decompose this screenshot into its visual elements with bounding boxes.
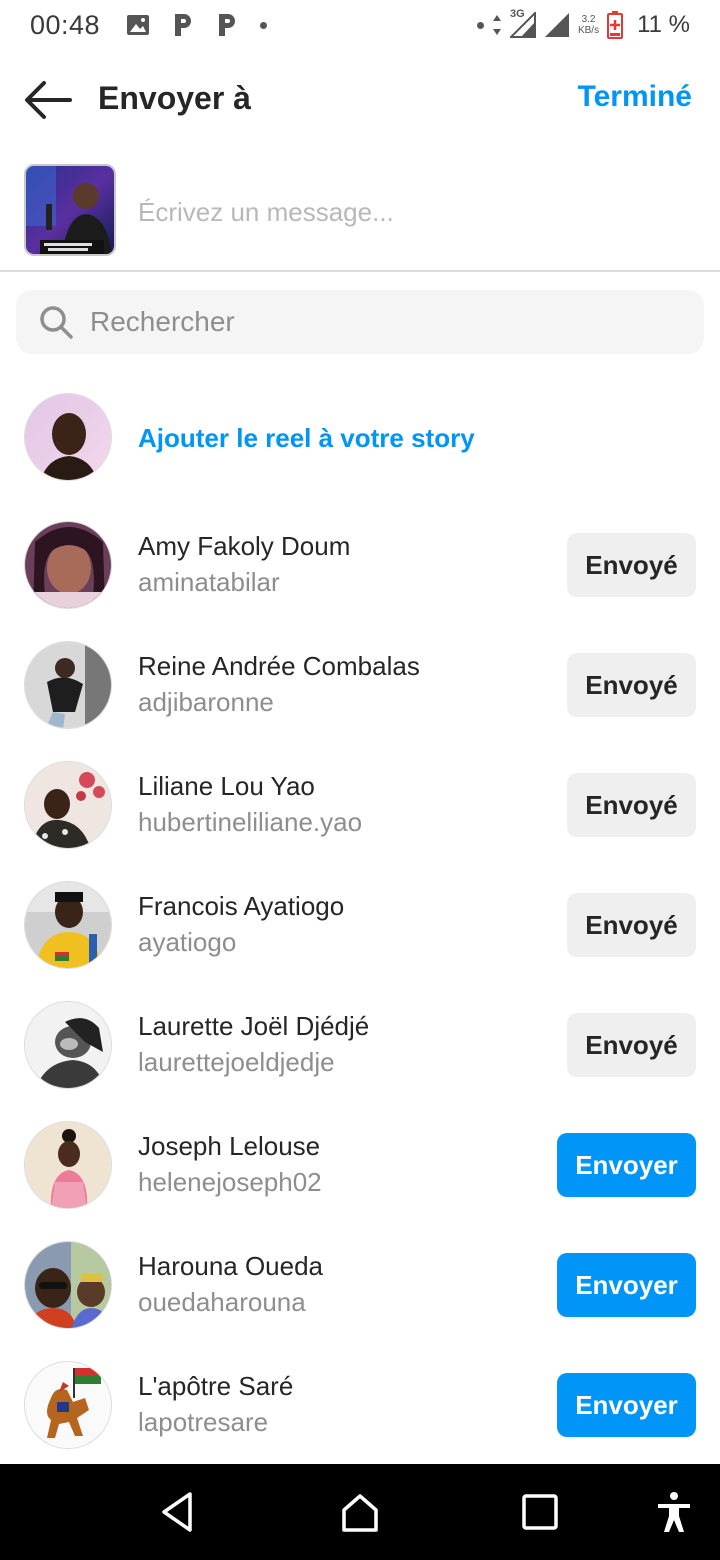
contact-row[interactable]: Francois Ayatiogo ayatiogo Envoyé xyxy=(0,881,720,981)
contact-row[interactable]: Reine Andrée Combalas adjibaronne Envoyé xyxy=(0,641,720,741)
data-arrows-icon xyxy=(492,15,501,35)
avatar xyxy=(24,393,112,481)
status-bar: 00:48 3G 3.2 KB/s 11 % xyxy=(0,0,720,50)
add-to-story-label: Ajouter le reel à votre story xyxy=(138,423,475,453)
avatar xyxy=(24,1121,112,1209)
reel-thumbnail xyxy=(24,164,116,256)
arrow-left-icon xyxy=(25,81,72,119)
nav-accessibility-button[interactable] xyxy=(652,1490,696,1534)
sent-button[interactable]: Envoyé xyxy=(567,893,696,957)
home-icon xyxy=(342,1494,378,1532)
status-right: 3G 3.2 KB/s 11 % xyxy=(476,8,690,39)
dot-icon xyxy=(476,21,484,29)
image-icon xyxy=(127,15,150,35)
avatar xyxy=(24,881,112,969)
p-icon xyxy=(175,14,192,36)
avatar xyxy=(24,1241,112,1329)
back-triangle-icon xyxy=(162,1492,192,1532)
contact-row[interactable]: Liliane Lou Yao hubertineliliane.yao Env… xyxy=(0,761,720,861)
accessibility-icon xyxy=(658,1492,690,1532)
page-title: Envoyer à xyxy=(98,80,251,116)
sent-button[interactable]: Envoyé xyxy=(567,653,696,717)
sent-button[interactable]: Envoyé xyxy=(567,1013,696,1077)
contact-username: laurettejoeldjedje xyxy=(138,1047,335,1077)
contact-row[interactable]: L'apôtre Saré lapotresare Envoyer xyxy=(0,1361,720,1461)
add-to-story-row[interactable]: Ajouter le reel à votre story xyxy=(0,393,720,483)
recents-icon xyxy=(522,1494,558,1530)
send-button[interactable]: Envoyer xyxy=(557,1373,696,1437)
network-speed: 3.2 KB/s xyxy=(577,14,600,36)
notification-icons xyxy=(126,12,268,38)
contact-username: aminatabilar xyxy=(138,567,280,597)
avatar xyxy=(24,1361,112,1449)
contact-name: Joseph Lelouse xyxy=(138,1131,321,1161)
system-navigation-bar xyxy=(0,1464,720,1560)
search-bar[interactable] xyxy=(16,290,704,354)
contact-name: Liliane Lou Yao xyxy=(138,771,315,801)
contact-name: Laurette Joël Djédjé xyxy=(138,1011,370,1041)
contact-name: Harouna Oueda xyxy=(138,1251,324,1281)
contact-username: adjibaronne xyxy=(138,687,274,717)
contact-name: L'apôtre Saré xyxy=(138,1371,294,1401)
header: Envoyer à Terminé xyxy=(0,60,720,140)
contact-username: lapotresare xyxy=(138,1407,269,1437)
contact-row[interactable]: Harouna Oueda ouedaharouna Envoyer xyxy=(0,1241,720,1341)
nav-back-button[interactable] xyxy=(156,1490,200,1534)
back-button[interactable] xyxy=(22,78,74,122)
send-button[interactable]: Envoyer xyxy=(557,1133,696,1197)
avatar xyxy=(24,1001,112,1089)
avatar xyxy=(24,641,112,729)
contact-username: ouedaharouna xyxy=(138,1287,306,1317)
done-button[interactable]: Terminé xyxy=(578,80,692,114)
contact-row[interactable]: Joseph Lelouse helenejoseph02 Envoyer xyxy=(0,1121,720,1221)
status-time: 00:48 xyxy=(30,9,101,40)
search-input[interactable] xyxy=(90,300,680,344)
contact-username: ayatiogo xyxy=(138,927,237,957)
sent-button[interactable]: Envoyé xyxy=(567,533,696,597)
contact-name: Reine Andrée Combalas xyxy=(138,651,420,681)
search-icon xyxy=(40,306,73,339)
dot-icon xyxy=(260,21,268,29)
message-input[interactable] xyxy=(138,190,678,234)
avatar xyxy=(24,761,112,849)
sent-button[interactable]: Envoyé xyxy=(567,773,696,837)
contact-username: hubertineliliane.yao xyxy=(138,807,363,837)
send-button[interactable]: Envoyer xyxy=(557,1253,696,1317)
contact-name: Francois Ayatiogo xyxy=(138,891,345,921)
contact-username: helenejoseph02 xyxy=(138,1167,322,1197)
network-type: 3G xyxy=(509,8,525,20)
battery-level: 11 % xyxy=(637,11,690,38)
contact-row[interactable]: Laurette Joël Djédjé laurettejoeldjedje … xyxy=(0,1001,720,1101)
message-composer xyxy=(0,160,720,272)
signal-icon xyxy=(544,13,569,37)
nav-recents-button[interactable] xyxy=(518,1490,562,1534)
contact-row[interactable]: Amy Fakoly Doum aminatabilar Envoyé xyxy=(0,521,720,621)
contact-name: Amy Fakoly Doum xyxy=(138,531,351,561)
p-icon xyxy=(219,14,236,36)
battery-icon xyxy=(607,11,624,39)
signal-3g-icon: 3G xyxy=(508,8,536,38)
avatar xyxy=(24,521,112,609)
nav-home-button[interactable] xyxy=(338,1490,382,1534)
